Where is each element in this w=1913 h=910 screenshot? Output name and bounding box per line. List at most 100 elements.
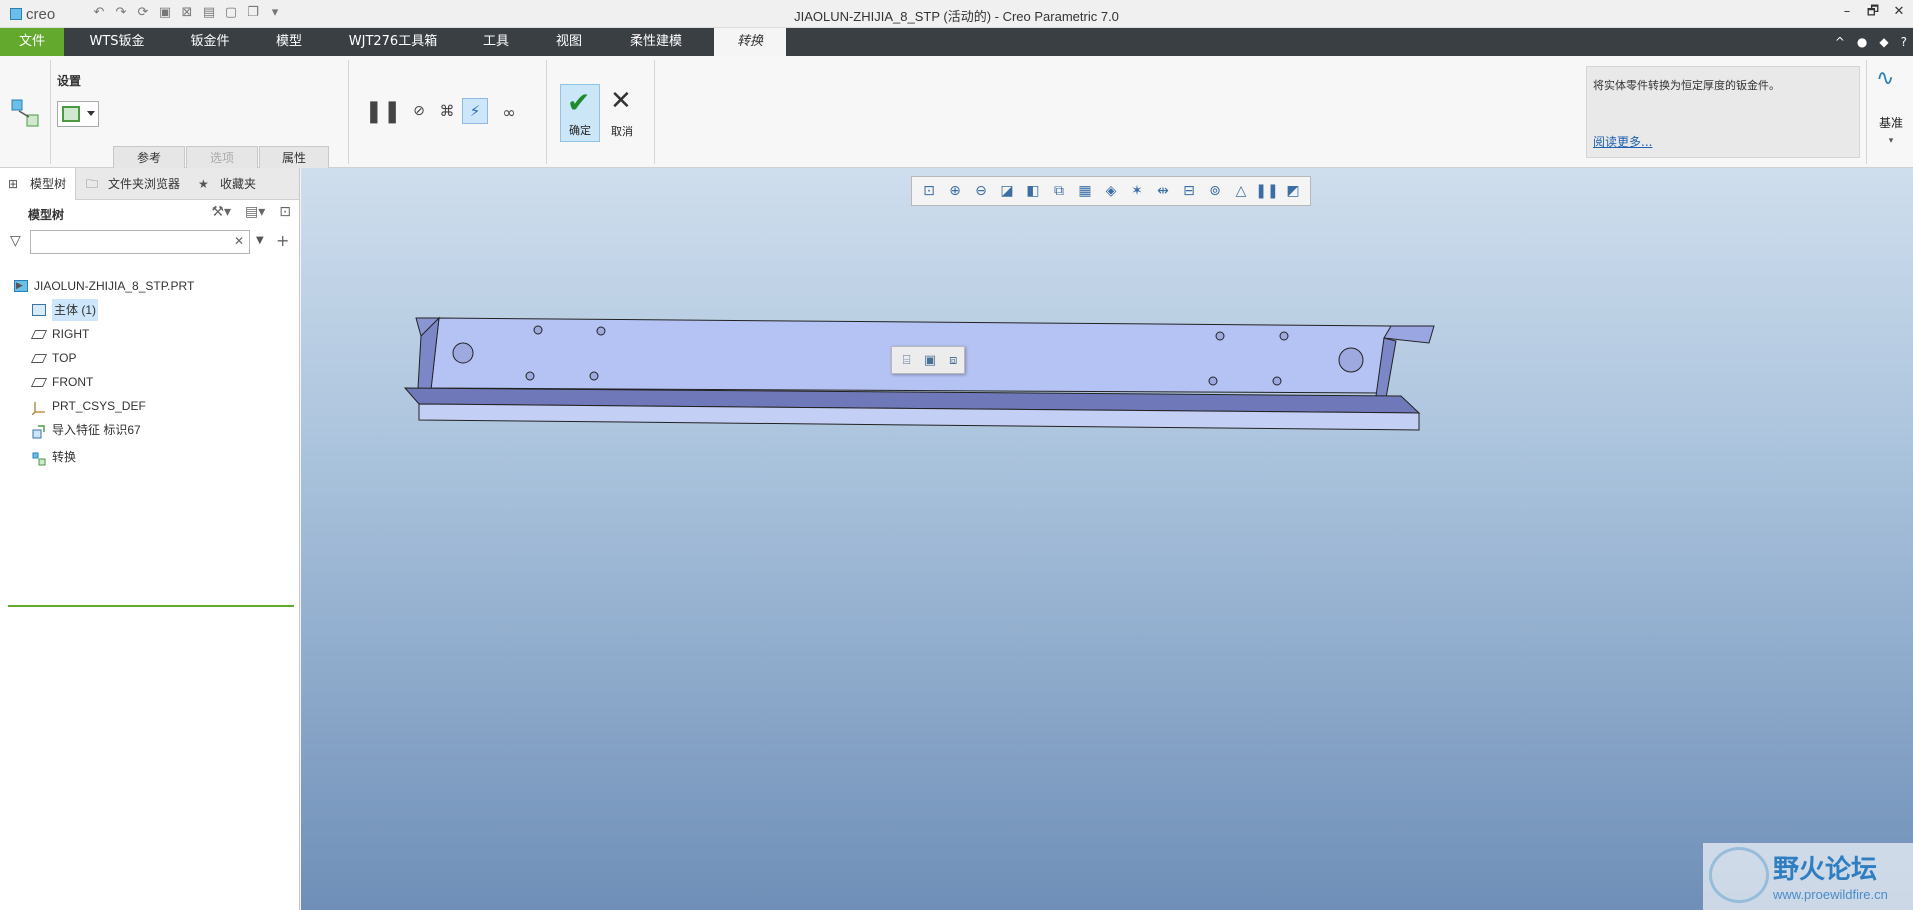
- model-small-hole: [1279, 331, 1289, 341]
- pause-icon[interactable]: ❚❚: [365, 96, 402, 126]
- convert-feature-icon: [8, 96, 44, 132]
- tab-properties[interactable]: 属性: [259, 146, 329, 168]
- tree-item-label: 转换: [52, 450, 77, 464]
- tree-item-top-plane[interactable]: TOP: [30, 347, 282, 369]
- tab-options[interactable]: 选项: [186, 146, 258, 168]
- sketch-icon[interactable]: ⌸: [896, 349, 917, 371]
- tree-settings-icon[interactable]: ⚒▾: [211, 204, 231, 220]
- minimize-ribbon-icon[interactable]: ^: [1835, 35, 1845, 49]
- datum-button[interactable]: ∿ 基准 ▾: [1872, 66, 1910, 146]
- datum-curve-icon: ∿: [1876, 66, 1895, 91]
- tab-model-tree-label: 模型树: [30, 177, 67, 191]
- ribbon-separator: [654, 60, 655, 164]
- ribbon-right-controls: ^ ● ◆ ?: [1835, 28, 1907, 56]
- tab-wts-sheetmetal[interactable]: WTS钣金: [72, 28, 162, 56]
- glasses-preview-icon[interactable]: ∞: [494, 100, 524, 124]
- datum-label: 基准: [1878, 116, 1903, 130]
- clear-icon[interactable]: ✕: [234, 234, 244, 248]
- body-icon: [32, 304, 46, 316]
- separate-preview-icon[interactable]: ⌘: [434, 98, 460, 124]
- tree-item-convert[interactable]: 转换: [32, 446, 282, 468]
- model-small-hole: [1215, 331, 1225, 341]
- read-more-link[interactable]: 阅读更多...: [1593, 133, 1652, 150]
- forum-logo-icon: [1709, 847, 1769, 903]
- favorites-icon: ★: [198, 177, 209, 191]
- model-tree-icon: ⊞: [8, 177, 19, 191]
- tab-tools[interactable]: 工具: [466, 28, 526, 56]
- forum-watermark: 野火论坛 www.proewildfire.cn: [1703, 843, 1913, 910]
- tab-folder-browser[interactable]: 🗀 文件夹浏览器: [78, 168, 188, 200]
- convert-icon[interactable]: ⧈: [943, 349, 964, 371]
- tree-filter-icon[interactable]: ⊡: [279, 204, 291, 220]
- tree-filter-row: ▽ ✕ ▼ +: [0, 228, 299, 256]
- convert-feature-icon: [32, 451, 46, 466]
- navigator-tabs: ⊞ 模型树 🗀 文件夹浏览器 ★ 收藏夹: [0, 168, 299, 200]
- solid-body-icon: [62, 106, 80, 122]
- import-feature-icon: [32, 424, 46, 439]
- model-small-hole: [1272, 376, 1282, 386]
- watermark-url: www.proewildfire.cn: [1773, 887, 1888, 902]
- sheetmetal-channel-model[interactable]: [301, 168, 1913, 910]
- cancel-button[interactable]: ✕ 取消: [604, 84, 640, 142]
- tree-item-part[interactable]: JIAOLUN-ZHIJIA_8_STP.PRT: [14, 275, 284, 297]
- tab-model-tree[interactable]: ⊞ 模型树: [0, 168, 76, 200]
- ribbon-separator: [348, 60, 349, 164]
- close-button[interactable]: ✕: [1891, 3, 1907, 21]
- expand-arrow-icon[interactable]: ▶: [16, 281, 23, 291]
- tab-wjt276-toolbox[interactable]: WJT276工具箱: [330, 28, 456, 56]
- body-selector-dropdown[interactable]: [57, 101, 99, 127]
- graphics-viewport[interactable]: ⊡ ⊕ ⊖ ◪ ◧ ⧉ ▦ ◈ ✶ ⇹ ⊟ ⊚ △ ❚❚ ◩ ⌸ ▣ ⧈: [301, 168, 1913, 910]
- tab-favorites-label: 收藏夹: [220, 177, 257, 191]
- folder-icon: 🗀: [86, 177, 99, 191]
- learning-icon[interactable]: ◆: [1879, 35, 1888, 49]
- tree-item-import-feature[interactable]: 导入特征 标识67: [32, 419, 282, 441]
- tree-item-csys[interactable]: PRT_CSYS_DEF: [31, 395, 282, 417]
- no-preview-icon[interactable]: ⊘: [408, 100, 430, 122]
- convert-dashboard: 设置 参考 选项 属性 ❚❚ ⊘ ⌘ ⚡ ∞ ✔ 确定 ✕ 取消 将实体零件转换…: [0, 56, 1913, 168]
- datum-plane-icon: [30, 378, 48, 387]
- checkmark-icon: ✔: [567, 86, 591, 119]
- ribbon-tab-bar: 文件 WTS钣金 钣金件 模型 WJT276工具箱 工具 视图 柔性建模 转换 …: [0, 28, 1913, 56]
- window-controls: – 🗗 ✕: [1839, 3, 1907, 21]
- model-small-hole: [533, 325, 543, 335]
- tree-item-label: FRONT: [52, 375, 94, 389]
- ribbon-separator: [1866, 60, 1867, 164]
- model-large-hole: [452, 342, 474, 364]
- tab-sheetmetal[interactable]: 钣金件: [172, 28, 248, 56]
- close-icon: ✕: [610, 86, 632, 116]
- tree-item-right-plane[interactable]: RIGHT: [30, 323, 282, 345]
- insert-indicator[interactable]: [8, 605, 294, 607]
- tree-show-icon[interactable]: ▤▾: [245, 204, 265, 220]
- tree-tools: ⚒▾ ▤▾ ⊡: [211, 204, 291, 220]
- feature-description: 将实体零件转换为恒定厚度的钣金件。: [1593, 79, 1780, 92]
- user-icon[interactable]: ●: [1857, 35, 1867, 49]
- model-tree-title: 模型树: [28, 208, 65, 222]
- ok-button[interactable]: ✔ 确定: [560, 84, 600, 142]
- tab-references[interactable]: 参考: [113, 146, 185, 168]
- ribbon-separator: [546, 60, 547, 164]
- tab-favorites[interactable]: ★ 收藏夹: [190, 168, 270, 200]
- tab-view[interactable]: 视图: [536, 28, 602, 56]
- chevron-down-icon[interactable]: ▼: [256, 235, 264, 246]
- tab-convert[interactable]: 转换: [714, 28, 786, 56]
- tab-file[interactable]: 文件: [0, 28, 64, 56]
- chevron-down-icon: ▾: [1888, 136, 1894, 146]
- tree-search-input[interactable]: [30, 230, 250, 254]
- coordinate-system-icon: [31, 400, 46, 416]
- title-bar: creo ↶ ↷ ⟳ ▣ ⊠ ▤ ▢ ❐ ▾ JIAOLUN-ZHIJIA_8_…: [0, 0, 1913, 28]
- add-filter-icon[interactable]: +: [276, 231, 289, 250]
- tree-item-front-plane[interactable]: FRONT: [30, 371, 282, 393]
- tree-item-body[interactable]: 主体 (1): [32, 299, 282, 321]
- solid-icon[interactable]: ▣: [919, 349, 940, 371]
- verify-preview-icon[interactable]: ⚡: [462, 98, 488, 124]
- tab-model[interactable]: 模型: [256, 28, 322, 56]
- feature-info-panel: 将实体零件转换为恒定厚度的钣金件。 阅读更多...: [1586, 66, 1860, 158]
- minimize-button[interactable]: –: [1839, 3, 1855, 21]
- settings-label: 设置: [57, 74, 82, 88]
- datum-plane-icon: [30, 354, 48, 363]
- help-icon[interactable]: ?: [1901, 35, 1907, 49]
- restore-button[interactable]: 🗗: [1865, 3, 1881, 21]
- model-small-hole: [596, 326, 606, 336]
- tab-flexible-modeling[interactable]: 柔性建模: [612, 28, 700, 56]
- tab-folder-browser-label: 文件夹浏览器: [108, 177, 181, 191]
